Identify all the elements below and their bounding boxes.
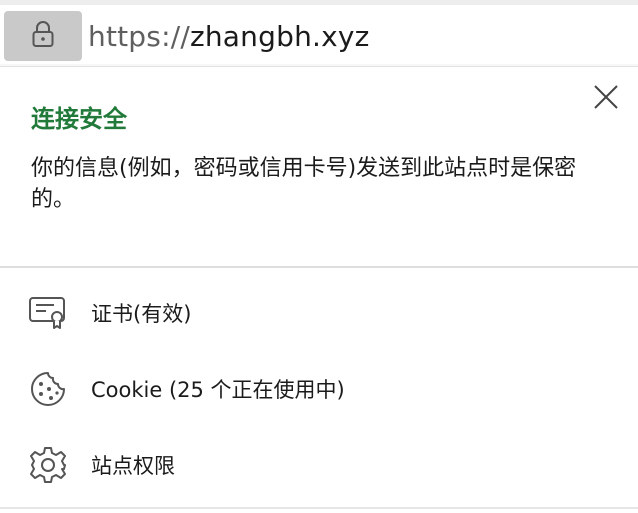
url-scheme: https:// xyxy=(88,20,190,53)
url-display[interactable]: https://zhangbh.xyz xyxy=(88,17,370,57)
cookie-icon xyxy=(28,369,68,409)
site-info-panel: 连接安全 你的信息(例如，密码或信用卡号)发送到此站点时是保密的。 证书(有效) xyxy=(0,66,638,513)
close-icon xyxy=(593,84,619,114)
certificate-label: 证书(有效) xyxy=(91,302,192,326)
connection-secure-title: 连接安全 xyxy=(31,105,127,133)
gear-icon xyxy=(28,445,68,485)
cookies-label: Cookie (25 个正在使用中) xyxy=(91,378,345,402)
url-host: zhangbh.xyz xyxy=(189,20,370,53)
certificate-icon xyxy=(28,293,68,333)
lock-icon xyxy=(31,20,55,52)
address-bar: https://zhangbh.xyz xyxy=(0,0,638,64)
site-permissions-label: 站点权限 xyxy=(91,454,175,478)
site-permissions-item[interactable]: 站点权限 xyxy=(0,434,638,496)
cookies-item[interactable]: Cookie (25 个正在使用中) xyxy=(0,358,638,420)
site-info-button[interactable] xyxy=(4,11,82,61)
divider xyxy=(0,266,638,268)
divider xyxy=(0,507,638,509)
connection-secure-description: 你的信息(例如，密码或信用卡号)发送到此站点时是保密的。 xyxy=(31,156,577,212)
certificate-item[interactable]: 证书(有效) xyxy=(0,282,638,344)
close-button[interactable] xyxy=(588,81,624,117)
